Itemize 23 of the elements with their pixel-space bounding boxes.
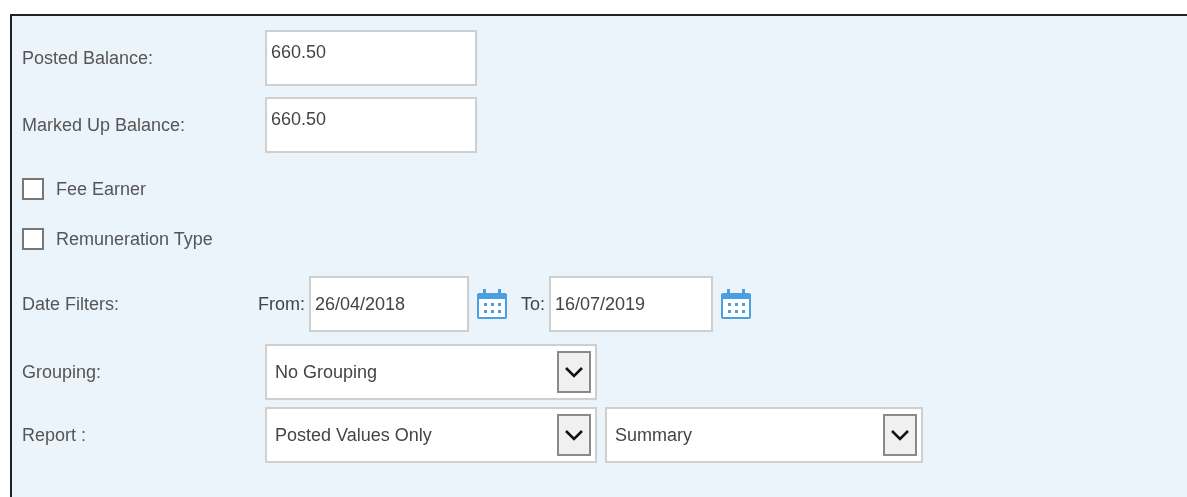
dropdown[interactable]: No Grouping (265, 344, 597, 400)
from-label: From: (258, 292, 305, 316)
checkbox[interactable] (22, 178, 44, 200)
to-label: To: (521, 292, 545, 316)
input-field[interactable]: 660.50 (265, 97, 477, 153)
checkbox[interactable] (22, 228, 44, 250)
date-field[interactable]: 16/07/2019 (549, 276, 713, 332)
calendar-icon[interactable] (719, 287, 753, 321)
dropdown[interactable]: Posted Values Only (265, 407, 597, 463)
field-label: Marked Up Balance: (22, 113, 187, 137)
field-label: Date Filters: (22, 292, 121, 316)
checkbox-label: Remuneration Type (56, 227, 213, 251)
chevron-icon[interactable] (557, 351, 591, 393)
date-field[interactable]: 26/04/2018 (309, 276, 469, 332)
dropdown[interactable]: Summary (605, 407, 923, 463)
calendar-icon[interactable] (475, 287, 509, 321)
checkbox-label: Fee Earner (56, 177, 147, 201)
chevron-icon[interactable] (557, 414, 591, 456)
field-label: Grouping: (22, 360, 103, 384)
field-label: Posted Balance: (22, 46, 155, 70)
field-label: Report : (22, 423, 88, 447)
chevron-icon[interactable] (883, 414, 917, 456)
input-field[interactable]: 660.50 (265, 30, 477, 86)
